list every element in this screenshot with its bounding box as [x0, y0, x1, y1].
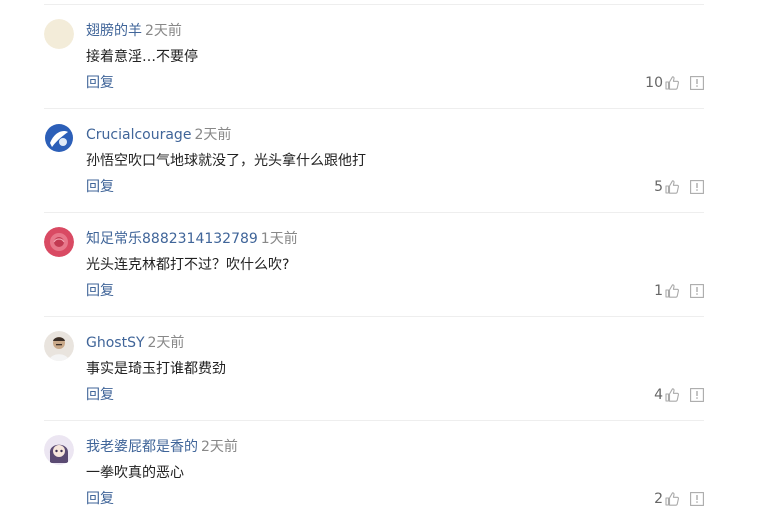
username[interactable]: GhostSY: [86, 335, 145, 351]
like-count: 4: [654, 387, 663, 403]
comment-actions: 4: [654, 386, 704, 404]
timestamp: 2天前: [147, 335, 185, 351]
thumbs-up-icon[interactable]: [664, 179, 680, 195]
comment-meta: GhostSY 2天前: [86, 334, 184, 352]
comment-actions: 1: [654, 282, 704, 300]
comment-item: GhostSY 2天前 事实是琦玉打谁都费劲 回复 4: [44, 317, 704, 421]
timestamp: 2天前: [194, 127, 232, 143]
thumbs-up-icon[interactable]: [664, 283, 680, 299]
like-count: 5: [654, 179, 663, 195]
report-icon[interactable]: [690, 180, 704, 194]
report-icon[interactable]: [690, 76, 704, 90]
timestamp: 2天前: [201, 439, 238, 455]
reply-button[interactable]: 回复: [86, 490, 114, 508]
comment-text: 事实是琦玉打谁都费劲: [86, 361, 226, 377]
avatar[interactable]: [44, 435, 74, 465]
comment-actions: 10: [645, 74, 704, 92]
comment-actions: 5: [654, 178, 704, 196]
comment-item: Crucialcourage 2天前 孙悟空吹口气地球就没了，光头拿什么跟他打 回…: [44, 109, 704, 213]
comment-meta: 知足常乐8882314132789 1天前: [86, 230, 298, 248]
username[interactable]: 我老婆屁都是香的: [86, 439, 198, 455]
comment-meta: 我老婆屁都是香的 2天前: [86, 438, 238, 456]
report-icon[interactable]: [690, 284, 704, 298]
comment-text: 一拳吹真的恶心: [86, 465, 184, 481]
username[interactable]: 知足常乐8882314132789: [86, 231, 258, 247]
avatar[interactable]: [44, 331, 74, 361]
avatar[interactable]: [44, 227, 74, 257]
thumbs-up-icon[interactable]: [664, 491, 680, 507]
comment-meta: Crucialcourage 2天前: [86, 126, 231, 144]
thumbs-up-icon[interactable]: [664, 387, 680, 403]
comment-text: 孙悟空吹口气地球就没了，光头拿什么跟他打: [86, 153, 366, 169]
username[interactable]: 翅膀的羊: [86, 23, 142, 39]
comment-item: 知足常乐8882314132789 1天前 光头连克林都打不过？吹什么吹? 回复 …: [44, 213, 704, 317]
avatar[interactable]: [44, 123, 74, 153]
report-icon[interactable]: [690, 492, 704, 506]
comment-meta: 翅膀的羊 2天前: [86, 22, 182, 40]
comment-text: 光头连克林都打不过？吹什么吹?: [86, 257, 290, 273]
reply-button[interactable]: 回复: [86, 386, 114, 404]
comment-actions: 2: [654, 490, 704, 508]
timestamp: 1天前: [260, 231, 298, 247]
like-count: 1: [654, 283, 663, 299]
comment-text: 接着意淫…不要停: [86, 49, 198, 65]
reply-button[interactable]: 回复: [86, 74, 114, 92]
comment-item: 翅膀的羊 2天前 接着意淫…不要停 回复 10: [44, 5, 704, 109]
reply-button[interactable]: 回复: [86, 282, 114, 300]
avatar[interactable]: [44, 19, 74, 49]
username[interactable]: Crucialcourage: [86, 127, 191, 143]
report-icon[interactable]: [690, 388, 704, 402]
reply-button[interactable]: 回复: [86, 178, 114, 196]
timestamp: 2天前: [145, 23, 182, 39]
like-count: 2: [654, 491, 663, 507]
like-count: 10: [645, 75, 663, 91]
thumbs-up-icon[interactable]: [664, 75, 680, 91]
comment-list: 翅膀的羊 2天前 接着意淫…不要停 回复 10 Crucialcourage 2天: [0, 0, 763, 523]
comment-item: 我老婆屁都是香的 2天前 一拳吹真的恶心 回复 2: [44, 421, 704, 523]
